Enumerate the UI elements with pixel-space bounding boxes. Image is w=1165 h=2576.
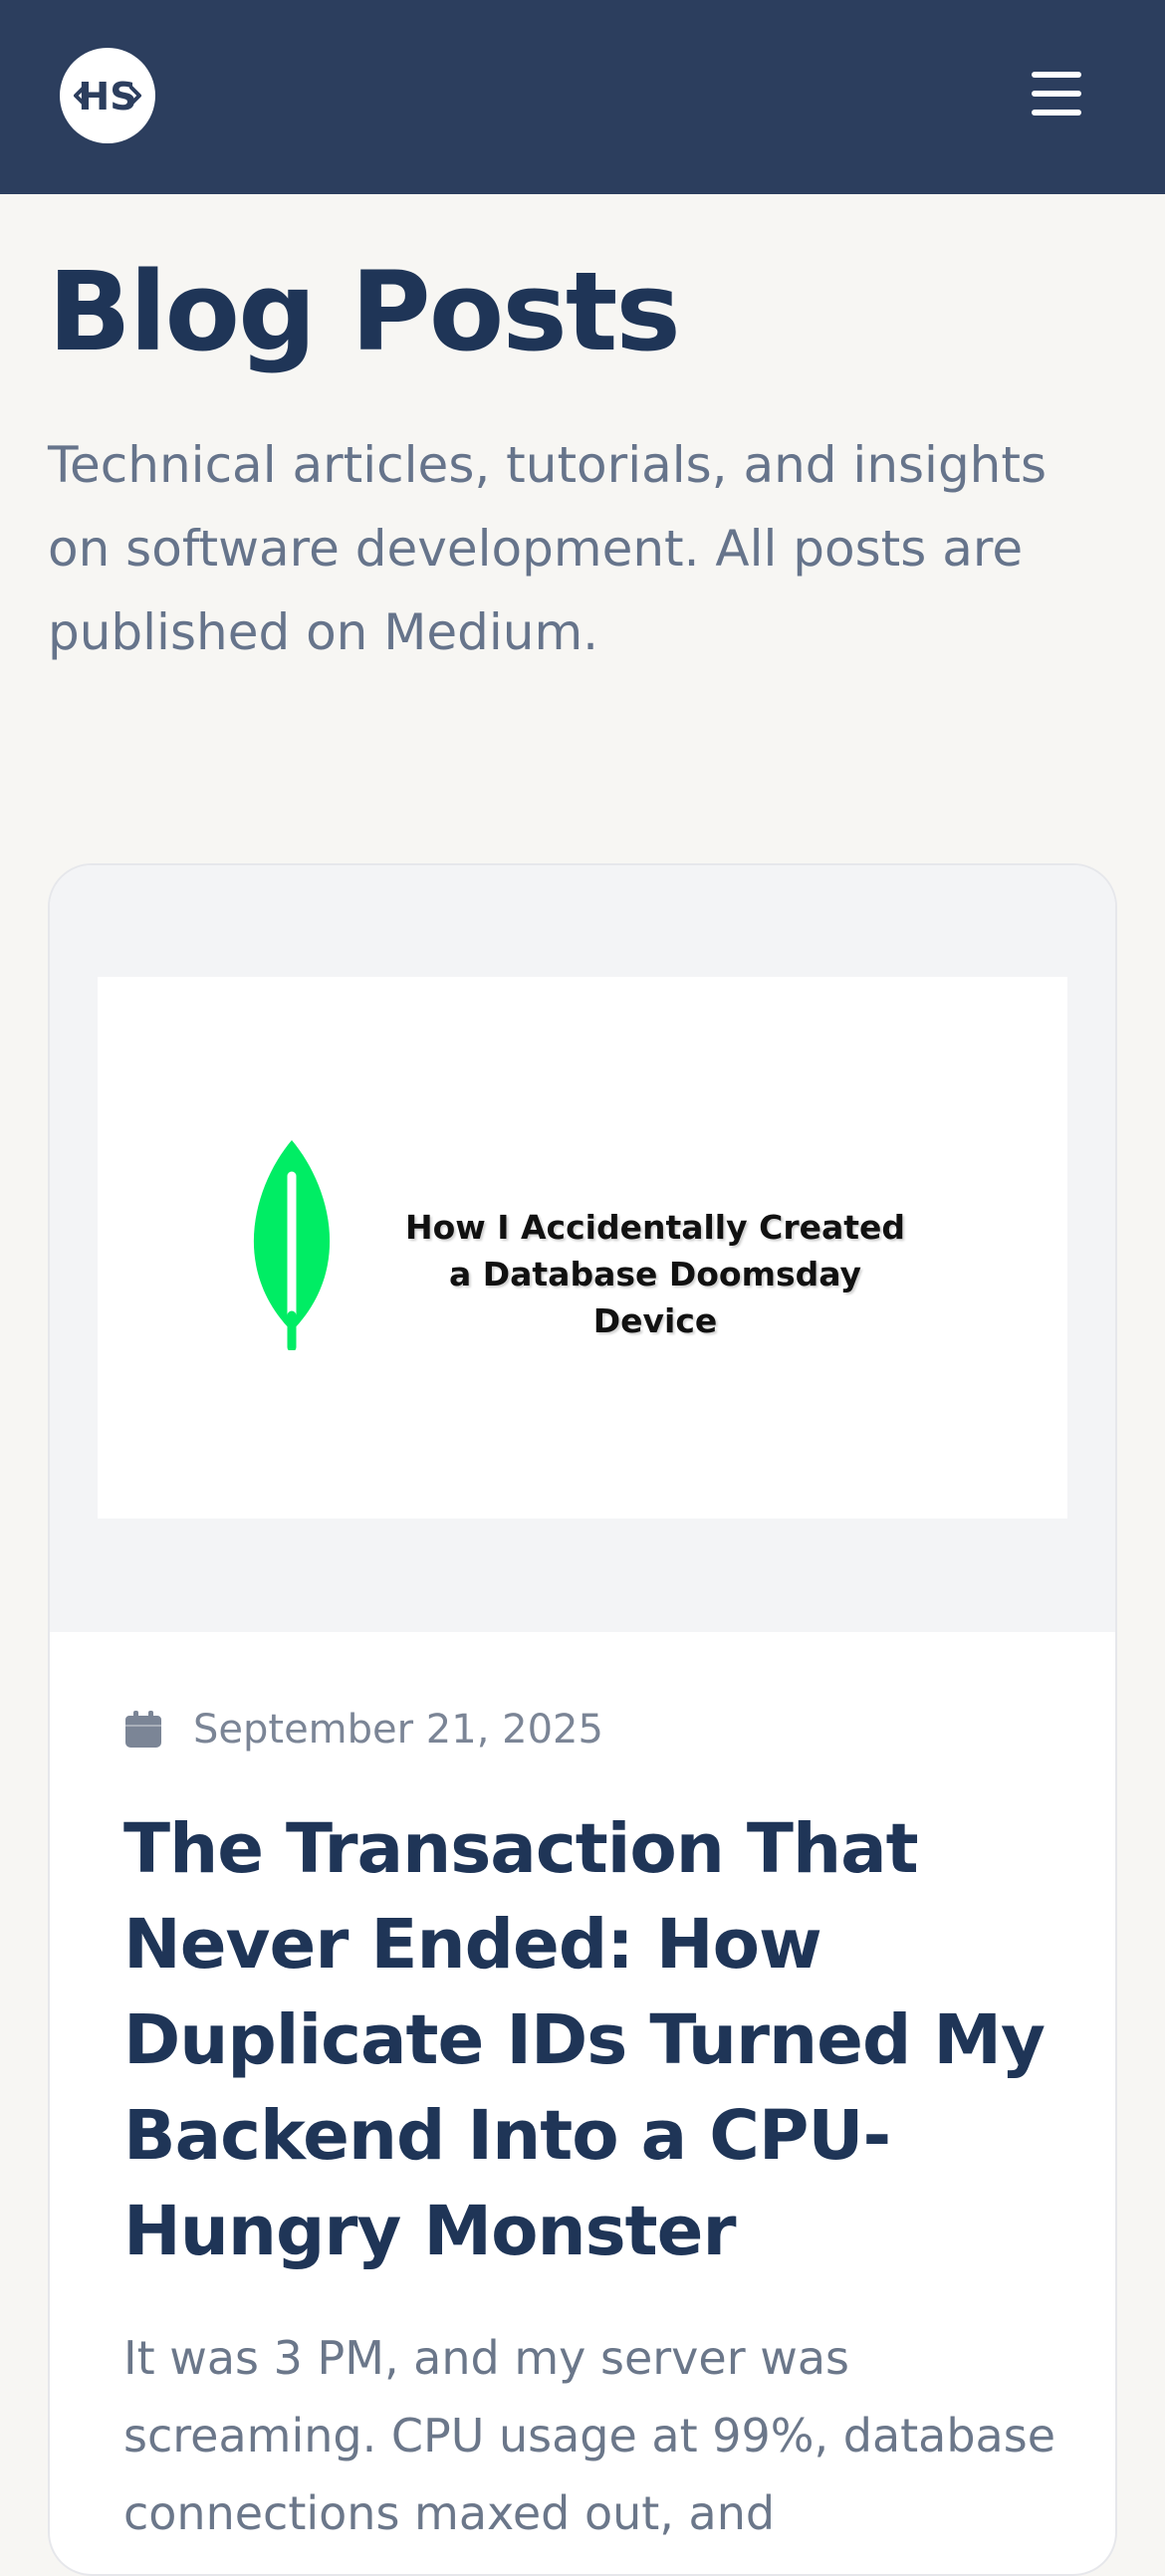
hamburger-menu-icon[interactable] xyxy=(1026,68,1089,123)
thumbnail-caption-line-1: How I Accidentally Created xyxy=(404,1208,906,1247)
mongodb-leaf-icon xyxy=(253,1140,331,1350)
blog-post-card[interactable]: How I Accidentally Created a Database Do… xyxy=(48,863,1117,2576)
post-meta: September 21, 2025 xyxy=(123,1707,603,1753)
thumbnail-caption-line-2: a Database Doomsday Device xyxy=(448,1255,861,1340)
post-excerpt: It was 3 PM, and my server was screaming… xyxy=(123,2331,1056,2540)
post-date: September 21, 2025 xyxy=(193,1707,603,1753)
post-title-link[interactable]: The Transaction That Never Ended: How Du… xyxy=(123,1801,1079,2279)
top-nav-bar: HS xyxy=(0,0,1165,194)
calendar-icon xyxy=(125,1711,161,1748)
post-thumbnail[interactable]: How I Accidentally Created a Database Do… xyxy=(98,977,1067,1519)
hs-logo-icon: HS xyxy=(62,50,153,141)
page-subtitle: Technical articles, tutorials, and insig… xyxy=(48,436,1048,661)
post-thumbnail-area: How I Accidentally Created a Database Do… xyxy=(50,865,1115,1632)
page-title: Blog Posts xyxy=(48,248,681,375)
thumbnail-caption: How I Accidentally Created a Database Do… xyxy=(396,1204,914,1344)
site-logo[interactable]: HS xyxy=(60,48,155,143)
logo-text: HS xyxy=(78,75,136,118)
